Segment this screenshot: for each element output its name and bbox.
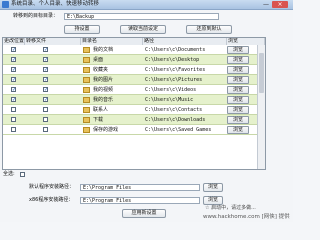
header-move-files[interactable]: 转移文件	[25, 38, 81, 45]
folder-path[interactable]: C:\Users\c\Contacts	[145, 106, 225, 114]
folder-name: 下载	[93, 117, 104, 123]
folder-name: 我的图片	[93, 77, 114, 83]
row-browse-button[interactable]: 浏览	[227, 86, 249, 94]
row-browse-button[interactable]: 浏览	[227, 96, 249, 104]
folder-path[interactable]: C:\Users\c\Favorites	[145, 66, 225, 74]
move-files-checkbox[interactable]: ✓	[43, 57, 48, 63]
header-folder-name[interactable]: 目录名	[81, 38, 143, 45]
folder-icon	[83, 117, 90, 123]
row-browse-button[interactable]: 浏览	[227, 126, 249, 134]
app-icon	[2, 1, 9, 8]
main-window: 系统目录、个人目录、快速移动转移 — × 转移到的目标目录： E:\Backup…	[0, 0, 293, 222]
folder-path[interactable]: C:\Users\c\Saved Games	[145, 126, 225, 134]
window-title: 系统目录、个人目录、快速移动转移	[11, 1, 100, 7]
table-row[interactable]: 下载 C:\Users\c\Downloads 浏览	[3, 115, 265, 125]
change-location-checkbox[interactable]	[11, 127, 16, 132]
status-note: ☆ 启动中，请过多做...	[205, 205, 256, 211]
folder-name: 收藏夹	[93, 67, 109, 73]
folder-icon	[83, 77, 90, 83]
folder-path[interactable]: C:\Users\c\Desktop	[145, 56, 225, 64]
change-location-checkbox[interactable]: ✓	[11, 47, 16, 53]
row-browse-button[interactable]: 浏览	[227, 76, 249, 84]
row-browse-button[interactable]: 浏览	[227, 56, 249, 64]
program-files-x86-label: x86程序安装路径：	[29, 197, 74, 203]
change-location-checkbox[interactable]	[11, 107, 16, 112]
folder-name: 联系人	[93, 107, 109, 113]
row-browse-button[interactable]: 浏览	[227, 116, 249, 124]
select-all-checkbox[interactable]	[20, 172, 25, 177]
program-files-x86-browse-button[interactable]: 浏览	[203, 196, 223, 205]
folder-name: 我的音乐	[93, 97, 114, 103]
folder-icon	[83, 57, 90, 63]
folder-icon	[83, 47, 90, 53]
target-dir-label: 转移到的目标目录：	[13, 13, 59, 19]
header-change-location[interactable]: 更改位置	[3, 38, 25, 45]
move-files-checkbox[interactable]	[43, 107, 48, 112]
table-row[interactable]: ✓ ✓ 我的图片 C:\Users\c\Pictures 浏览	[3, 75, 265, 85]
program-files-input[interactable]: E:\Program Files	[80, 184, 200, 191]
move-files-checkbox[interactable]: ✓	[43, 47, 48, 53]
title-bar[interactable]: 系统目录、个人目录、快速移动转移 — ×	[0, 0, 293, 10]
select-all-label: 全选:	[3, 171, 15, 177]
folder-path[interactable]: C:\Users\c\Music	[145, 96, 225, 104]
apply-settings-button[interactable]: 应用新设置	[122, 209, 166, 218]
change-location-checkbox[interactable]	[11, 117, 16, 122]
folder-table: 更改位置 转移文件 目录名 路径 浏览 ✓ ✓ 我的文档 C:\Users\c\Doc…	[2, 37, 266, 170]
keep-settings-button[interactable]: 持设置	[64, 25, 100, 34]
folder-name: 桌面	[93, 57, 104, 63]
move-files-checkbox[interactable]: ✓	[43, 67, 48, 73]
program-files-browse-button[interactable]: 浏览	[203, 183, 223, 192]
move-files-checkbox[interactable]: ✓	[43, 87, 48, 93]
folder-path[interactable]: C:\Users\c\Pictures	[145, 76, 225, 84]
folder-path[interactable]: C:\Users\c\Videos	[145, 86, 225, 94]
folder-name: 保存的游戏	[93, 127, 119, 133]
header-path[interactable]: 路径	[143, 38, 227, 45]
table-row[interactable]: ✓ ✓ 我的文档 C:\Users\c\Documents 浏览	[3, 45, 265, 55]
move-files-checkbox[interactable]: ✓	[43, 77, 48, 83]
folder-name: 我的视频	[93, 87, 114, 93]
change-location-checkbox[interactable]: ✓	[11, 87, 16, 93]
program-files-label: 默认程序安装路径：	[29, 184, 75, 190]
move-files-checkbox[interactable]	[43, 117, 48, 122]
change-location-checkbox[interactable]: ✓	[11, 57, 16, 63]
program-files-x86-input[interactable]: E:\Program Files	[80, 197, 200, 204]
change-location-checkbox[interactable]: ✓	[11, 77, 16, 83]
scrollbar-thumb[interactable]	[259, 53, 264, 93]
restore-default-button[interactable]: 还原到默认	[186, 25, 232, 34]
folder-icon	[83, 97, 90, 103]
folder-icon	[83, 67, 90, 73]
minimize-button[interactable]: —	[262, 1, 270, 8]
close-button[interactable]: ×	[272, 1, 288, 8]
header-browse[interactable]: 浏览	[227, 38, 265, 45]
watermark: www.hackhome.com [网侠] 提供	[203, 214, 290, 220]
target-dir-input[interactable]: E:\Backup	[64, 13, 219, 20]
row-browse-button[interactable]: 浏览	[227, 106, 249, 114]
table-row[interactable]: ✓ ✓ 我的视频 C:\Users\c\Videos 浏览	[3, 85, 265, 95]
table-row[interactable]: 联系人 C:\Users\c\Contacts 浏览	[3, 105, 265, 115]
table-row[interactable]: ✓ ✓ 收藏夹 C:\Users\c\Favorites 浏览	[3, 65, 265, 75]
folder-icon	[83, 87, 90, 93]
row-browse-button[interactable]: 浏览	[227, 46, 249, 54]
move-files-checkbox[interactable]: ✓	[43, 97, 48, 103]
table-row[interactable]: ✓ ✓ 桌面 C:\Users\c\Desktop 浏览	[3, 55, 265, 65]
move-files-checkbox[interactable]	[43, 127, 48, 132]
vertical-scrollbar[interactable]	[257, 45, 265, 169]
folder-icon	[83, 107, 90, 113]
folder-name: 我的文档	[93, 47, 114, 53]
change-location-checkbox[interactable]: ✓	[11, 97, 16, 103]
folder-path[interactable]: C:\Users\c\Downloads	[145, 116, 225, 124]
table-row[interactable]: 保存的游戏 C:\Users\c\Saved Games 浏览	[3, 125, 265, 135]
table-row[interactable]: ✓ ✓ 我的音乐 C:\Users\c\Music 浏览	[3, 95, 265, 105]
folder-icon	[83, 127, 90, 133]
row-browse-button[interactable]: 浏览	[227, 66, 249, 74]
change-location-checkbox[interactable]: ✓	[11, 67, 16, 73]
read-current-button[interactable]: 读取当前设定	[120, 25, 166, 34]
folder-path[interactable]: C:\Users\c\Documents	[145, 46, 225, 54]
